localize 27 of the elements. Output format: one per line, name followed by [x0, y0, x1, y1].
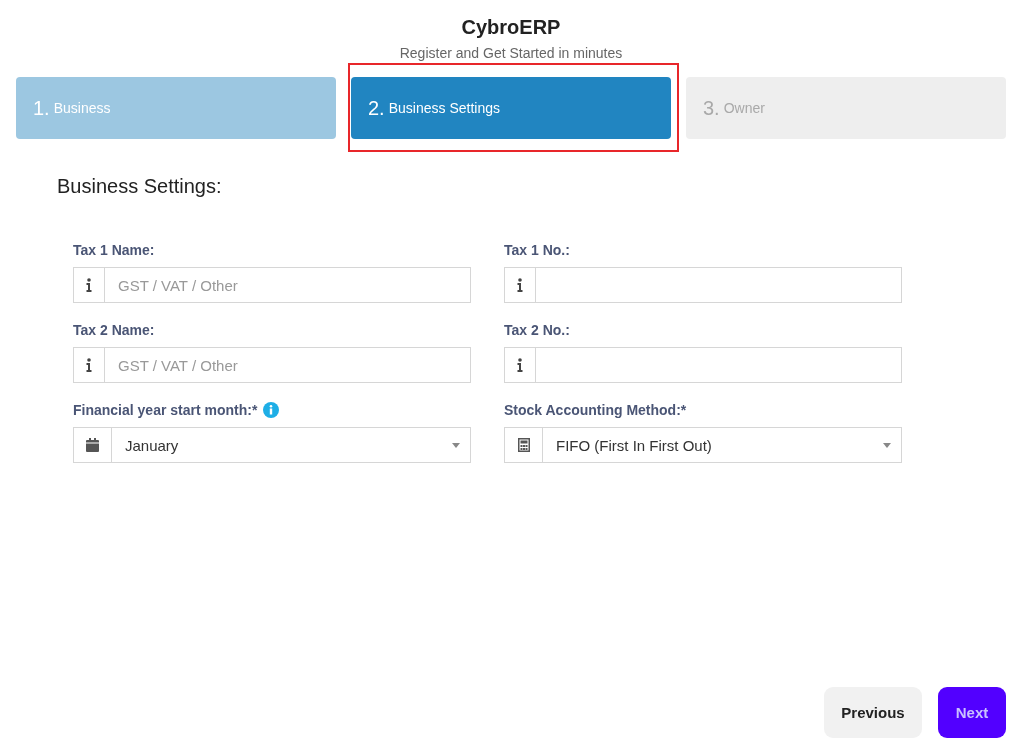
field-label: Financial year start month:* [73, 402, 258, 418]
field-label: Tax 1 Name: [73, 242, 155, 258]
caret-icon [883, 442, 891, 448]
field-label: Tax 2 No.: [504, 322, 570, 338]
dropdown[interactable]: January [73, 427, 471, 463]
previous-button[interactable]: Previous [824, 687, 922, 738]
section-title: Business Settings: [57, 175, 223, 198]
text-field[interactable]: GST / VAT / Other [105, 267, 471, 303]
info-icon [86, 278, 92, 292]
info-icon [517, 358, 523, 372]
text-field[interactable]: GST / VAT / Other [105, 347, 471, 383]
info-icon [517, 278, 523, 292]
info-icon [86, 358, 92, 372]
calendar-icon [86, 438, 99, 452]
wizard-step[interactable]: 2. Business Settings [351, 77, 671, 139]
field-label: Tax 1 No.: [504, 242, 570, 258]
info-icon[interactable] [263, 402, 280, 418]
caret-icon [452, 442, 460, 448]
app-subtitle: Register and Get Started in minutes [399, 45, 623, 61]
dropdown[interactable]: FIFO (First In First Out) [504, 427, 902, 463]
calculator-icon [517, 438, 530, 452]
text-field[interactable] [536, 347, 902, 383]
field-label: Tax 2 Name: [73, 322, 155, 338]
field-label: Stock Accounting Method:* [504, 402, 687, 418]
text-field[interactable] [536, 267, 902, 303]
app-title: CybroERP [461, 16, 561, 39]
next-button[interactable]: Next [938, 687, 1006, 738]
